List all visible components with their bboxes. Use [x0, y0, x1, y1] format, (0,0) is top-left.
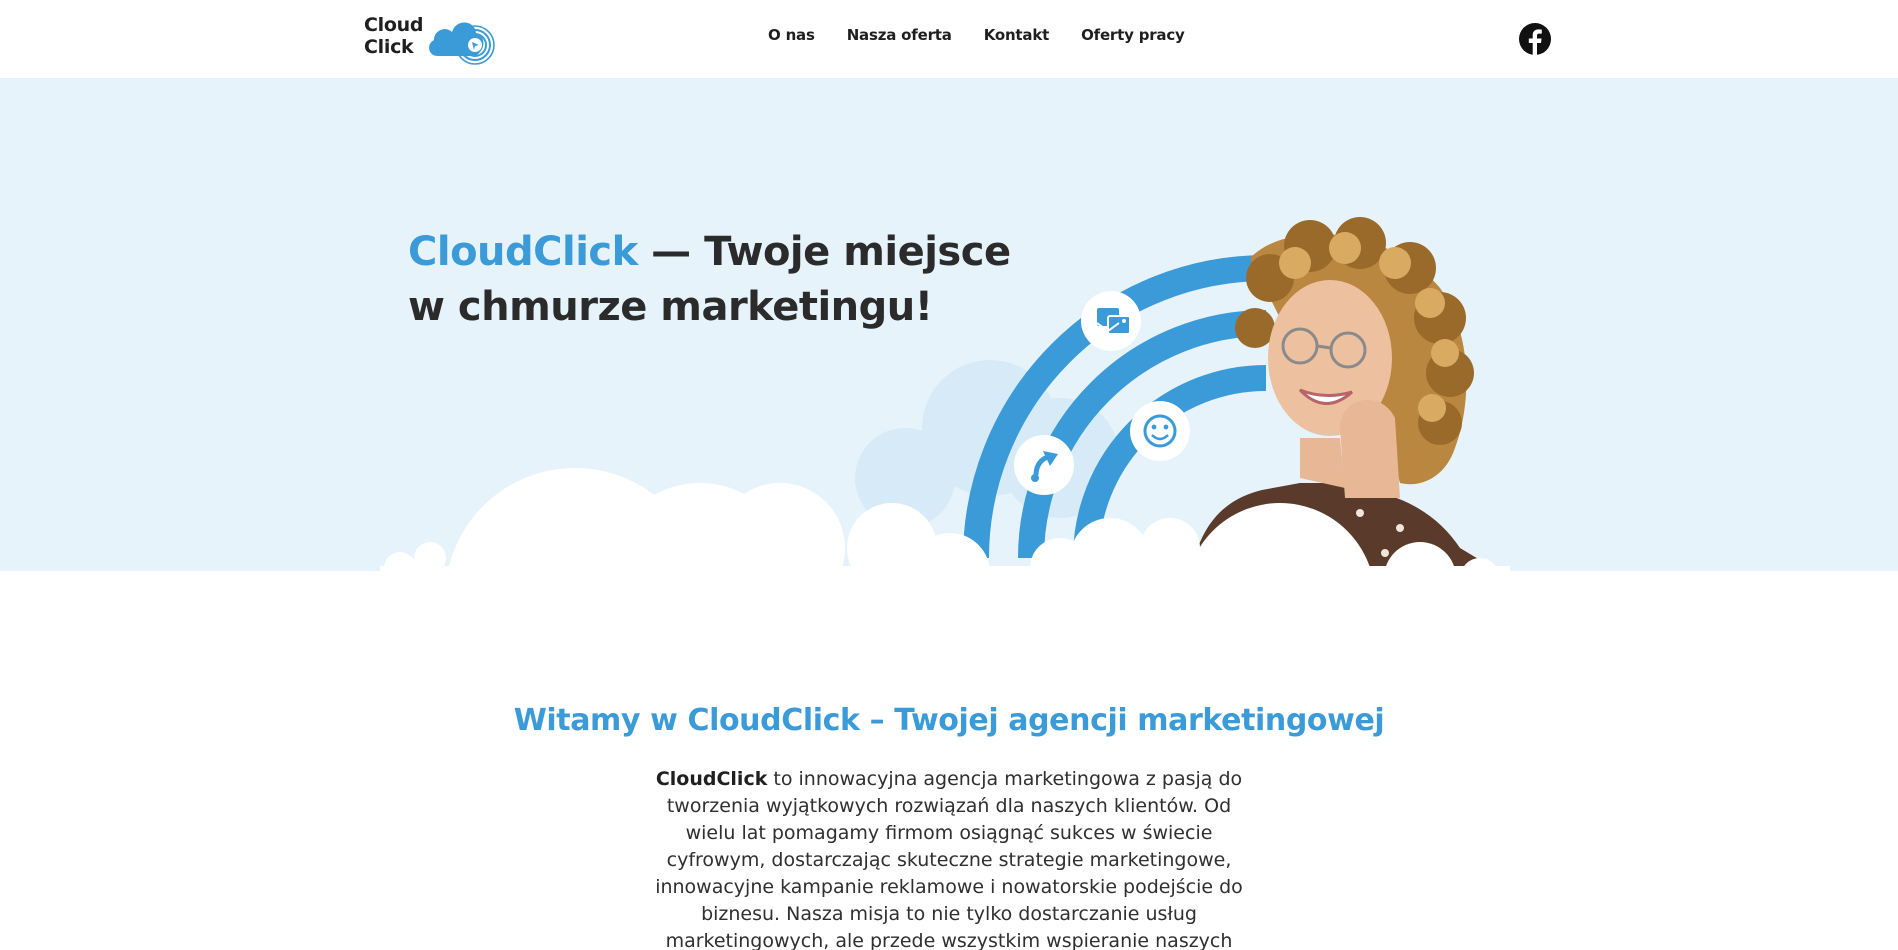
mail-image-icon	[1081, 291, 1141, 351]
nav-kontakt[interactable]: Kontakt	[984, 26, 1050, 44]
logo-line-2: Click	[364, 36, 414, 58]
smiley-icon	[1130, 401, 1190, 461]
facebook-icon[interactable]	[1518, 22, 1552, 56]
intro-body: to innowacyjna agencja marketingowa z pa…	[655, 768, 1243, 950]
hero-section: CloudClick — Twoje miejsce w chmurze mar…	[0, 78, 1898, 571]
intro-brand: CloudClick	[655, 768, 768, 790]
nav-oferty-pracy[interactable]: Oferty pracy	[1081, 26, 1185, 44]
cursor-arrow-icon	[1014, 435, 1074, 495]
logo-cloud-icon	[429, 22, 495, 65]
hero-title: CloudClick — Twoje miejsce w chmurze mar…	[408, 225, 1028, 335]
site-header: Cloud Click O nas Nasza oferta Kontakt O…	[0, 0, 1898, 78]
nav-nasza-oferta[interactable]: Nasza oferta	[847, 26, 952, 44]
hero-brand: CloudClick	[408, 229, 638, 275]
logo-link[interactable]: Cloud Click	[364, 12, 504, 68]
logo-line-1: Cloud	[364, 14, 424, 36]
logo-wordmark: Cloud Click	[364, 14, 423, 58]
intro-title: Witamy w CloudClick – Twojej agencji mar…	[513, 703, 1385, 738]
intro-paragraph: CloudClick to innowacyjna agencja market…	[654, 766, 1244, 950]
nav-o-nas[interactable]: O nas	[768, 26, 815, 44]
main-nav: O nas Nasza oferta Kontakt Oferty pracy	[768, 26, 1185, 44]
